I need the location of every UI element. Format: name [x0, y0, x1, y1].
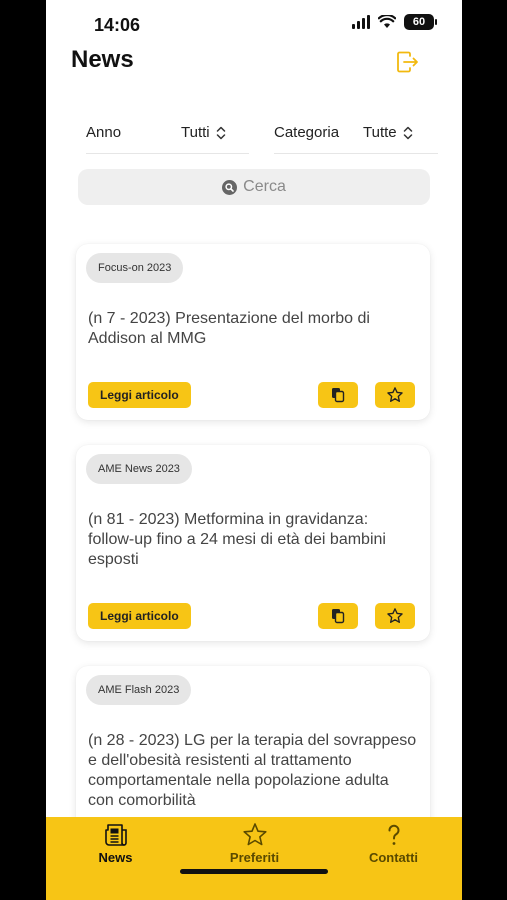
category-filter-label: Categoria: [274, 124, 340, 141]
article-card: Focus-on 2023 (n 7 - 2023) Presentazione…: [76, 244, 430, 420]
tab-news-label: News: [98, 850, 133, 865]
battery-icon: 60: [404, 14, 437, 30]
read-article-button[interactable]: Leggi articolo: [88, 603, 191, 629]
search-icon: [222, 179, 238, 195]
wifi-icon: [378, 15, 396, 28]
phone-screen: 14:06 60 News Anno Tutti Categoria Tutte…: [46, 0, 462, 900]
page-title: News: [71, 46, 134, 73]
tab-news[interactable]: News: [46, 817, 185, 877]
tab-contatti-label: Contatti: [368, 850, 419, 865]
category-badge: AME News 2023: [86, 454, 192, 484]
copy-button[interactable]: [318, 382, 358, 408]
year-filter: Anno Tutti: [86, 112, 249, 154]
category-badge: AME Flash 2023: [86, 675, 192, 705]
copy-icon: [332, 609, 345, 624]
logout-icon[interactable]: [396, 51, 420, 73]
tab-preferiti[interactable]: Preferiti: [185, 817, 324, 877]
copy-icon: [332, 388, 345, 403]
tab-preferiti-label: Preferiti: [229, 850, 280, 865]
category-filter-value: Tutte: [363, 124, 397, 141]
signal-icon: [352, 15, 370, 29]
question-icon: [388, 824, 399, 845]
search-placeholder: Cerca: [243, 178, 286, 195]
star-icon: [242, 823, 267, 846]
category-badge: Focus-on 2023: [86, 253, 184, 283]
chevron-updown-icon: [403, 126, 412, 139]
tab-contatti[interactable]: Contatti: [324, 817, 462, 877]
favorite-button[interactable]: [375, 603, 415, 629]
tab-bar: News Preferiti Contatti: [46, 817, 462, 900]
category-filter-select[interactable]: Tutte: [363, 124, 413, 141]
filters: Anno Tutti Categoria Tutte: [86, 112, 438, 154]
category-filter: Categoria Tutte: [274, 112, 438, 154]
read-article-button[interactable]: Leggi articolo: [88, 382, 191, 408]
article-title: (n 7 - 2023) Presentazione del morbo di …: [88, 310, 370, 347]
status-bar: 14:06 60: [46, 0, 462, 50]
year-filter-select[interactable]: Tutti: [181, 124, 226, 141]
status-time: 14:06: [94, 15, 141, 35]
year-filter-value: Tutti: [181, 124, 210, 141]
search-input[interactable]: Cerca: [78, 169, 430, 205]
article-title: (n 28 - 2023) LG per la terapia del sovr…: [88, 732, 417, 809]
article-title: (n 81 - 2023) Metformina in gravidanza: …: [88, 511, 386, 568]
copy-button[interactable]: [318, 603, 358, 629]
home-indicator: [180, 869, 328, 874]
status-icons: 60: [352, 14, 437, 30]
article-card: AME News 2023 (n 81 - 2023) Metformina i…: [76, 445, 430, 641]
star-icon: [387, 608, 403, 623]
year-filter-label: Anno: [86, 124, 122, 141]
favorite-button[interactable]: [375, 382, 415, 408]
star-icon: [387, 387, 403, 402]
newspaper-icon: [104, 824, 127, 846]
chevron-updown-icon: [216, 126, 225, 139]
